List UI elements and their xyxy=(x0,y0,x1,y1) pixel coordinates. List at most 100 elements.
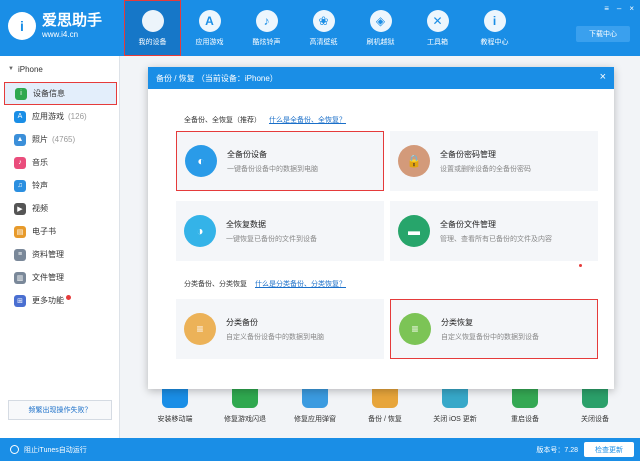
close-icon[interactable]: × xyxy=(600,71,606,83)
window-controls: ≡ – × xyxy=(604,4,634,13)
minimize-icon[interactable]: – xyxy=(617,4,621,13)
photo-icon: ▲ xyxy=(14,133,26,146)
tool-label: 备份 / 恢复 xyxy=(368,416,402,423)
tool-button[interactable]: 修复游戏闪退 xyxy=(214,382,276,432)
tool-button[interactable]: 备份 / 恢复 xyxy=(354,382,416,432)
dialog-header: 备份 / 恢复 （当前设备：iPhone） xyxy=(148,67,614,89)
card-text: 全恢复数据一键恢复已备份的文件到设备 xyxy=(226,219,317,244)
sidebar-item-label: 资料管理 xyxy=(32,250,64,259)
category-backup-icon: ≡ xyxy=(184,313,216,345)
tool-label: 安装移动端 xyxy=(157,416,193,423)
check-update-button[interactable]: 检查更新 xyxy=(584,442,634,457)
tool-button[interactable]: 重启设备 xyxy=(494,382,556,432)
action-card[interactable]: 🔒 全备份密码管理设置或删除设备的全备份密码 xyxy=(390,131,598,191)
itunes-toggle-label[interactable]: 阻止iTunes自动运行 xyxy=(24,445,87,455)
tools-icon: ✕ xyxy=(426,9,449,32)
red-dot xyxy=(579,264,582,267)
sidebar-item-label: 音乐 xyxy=(32,158,48,167)
card-description: 一键备份设备中的数据到电脑 xyxy=(227,165,318,173)
tool-label: 修复游戏闪退 xyxy=(224,416,266,423)
card-title: 分类恢复 xyxy=(441,317,473,327)
nav-item[interactable]: 我的设备 xyxy=(124,0,181,56)
card-title: 全备份文件管理 xyxy=(440,219,496,229)
help-link[interactable]: 什么是全备份、全恢复？ xyxy=(269,115,346,125)
itunes-toggle-icon[interactable] xyxy=(10,445,19,454)
card-description: 设置或删除设备的全备份密码 xyxy=(440,165,531,173)
tool-label: 重启设备 xyxy=(511,416,539,423)
tool-button[interactable]: 关闭 iOS 更新 xyxy=(424,382,486,432)
dialog-title: 备份 / 恢复 （当前设备：iPhone） xyxy=(156,73,278,83)
action-card[interactable]: ◐ 全备份设备 一键备份设备中的数据到电脑 xyxy=(176,131,384,191)
sidebar-item-label: 视频 xyxy=(32,204,48,213)
sidebar-item[interactable]: i 设备信息 xyxy=(4,82,117,105)
top-bar: i 爱思助手 www.i4.cn 我的设备 A 应用游戏 ♪ 酷炫铃声 ❀ 高清壁纸 ◈ 刷机越… xyxy=(0,0,640,56)
nav-item[interactable]: ❀ 高清壁纸 xyxy=(295,0,352,56)
book-icon: ▤ xyxy=(14,225,26,238)
nav-label: 教程中心 xyxy=(480,38,509,46)
document-icon: ≡ xyxy=(14,248,26,261)
restore-icon: ◑ xyxy=(184,215,216,247)
sidebar-item[interactable]: ♪ 音乐 xyxy=(0,151,119,174)
action-card[interactable]: ≡ 分类恢复 自定义恢复备份中的数据到设备 xyxy=(390,299,598,359)
sidebar-item[interactable]: ♫ 铃声 xyxy=(0,174,119,197)
app-store-icon: A xyxy=(14,110,26,123)
nav-label: 应用游戏 xyxy=(195,38,224,46)
app-name: 爱思助手 xyxy=(42,11,103,29)
sidebar-item[interactable]: ▥ 文件管理 xyxy=(0,266,119,289)
card-text: 全备份设备 一键备份设备中的数据到电脑 xyxy=(227,149,318,174)
sidebar-item[interactable]: ▶ 视频 xyxy=(0,197,119,220)
nav-label: 酷炫铃声 xyxy=(252,38,281,46)
grid-icon: ⊞ xyxy=(14,294,26,307)
notification-dot xyxy=(66,295,71,300)
nav-item[interactable]: i 教程中心 xyxy=(466,0,523,56)
section-category-backup: 分类备份、分类恢复 什么是分类备份、分类恢复？ xyxy=(184,279,346,289)
close-icon[interactable]: × xyxy=(629,4,634,13)
sidebar-item[interactable]: ⊞ 更多功能 xyxy=(0,289,119,312)
section-full-backup: 全备份、全恢复（推荐） 什么是全备份、全恢复？ xyxy=(184,115,346,125)
tool-row: 安装移动端 修复游戏闪退 修复应用弹窗 备份 / 恢复 关闭 iOS 更新 重启设备 关闭设… xyxy=(140,382,630,432)
card-title: 全备份密码管理 xyxy=(440,149,496,159)
tool-button[interactable]: 安装移动端 xyxy=(144,382,206,432)
action-card[interactable]: ≡ 分类备份 自定义备份设备中的数据到电脑 xyxy=(176,299,384,359)
device-header[interactable]: ▼ iPhone xyxy=(0,56,119,82)
sidebar-item-label: 照片 xyxy=(32,135,48,144)
wallpaper-icon: ❀ xyxy=(312,9,335,32)
card-title: 全恢复数据 xyxy=(226,219,266,229)
card-text: 全备份密码管理设置或删除设备的全备份密码 xyxy=(440,149,531,174)
nav-label: 我的设备 xyxy=(138,38,167,46)
sidebar-item[interactable]: ▤ 电子书 xyxy=(0,220,119,243)
folder-icon: ▬ xyxy=(398,215,430,247)
sidebar-item[interactable]: ≡ 资料管理 xyxy=(0,243,119,266)
card-text: 全备份文件管理管理、查看所有已备份的文件及内容 xyxy=(440,219,552,244)
nav-item[interactable]: ◈ 刷机越狱 xyxy=(352,0,409,56)
card-title: 分类备份 xyxy=(226,317,258,327)
nav-item[interactable]: A 应用游戏 xyxy=(181,0,238,56)
folder-icon: ▥ xyxy=(14,271,26,284)
help-link[interactable]: 什么是分类备份、分类恢复？ xyxy=(255,279,346,289)
sidebar-item-label: 设备信息 xyxy=(33,89,65,98)
card-description: 一键恢复已备份的文件到设备 xyxy=(226,235,317,243)
sidebar-item[interactable]: ▲ 照片 (4765) xyxy=(0,128,119,151)
lock-icon: 🔒 xyxy=(398,145,430,177)
card-description: 管理、查看所有已备份的文件及内容 xyxy=(440,235,552,243)
tool-button[interactable]: 关闭设备 xyxy=(564,382,626,432)
download-center-button[interactable]: 下载中心 xyxy=(576,26,630,42)
dropbox-icon: ◈ xyxy=(369,9,392,32)
feedback-button[interactable]: 频繁出现操作失败？ xyxy=(8,400,112,420)
tool-button[interactable]: 修复应用弹窗 xyxy=(284,382,346,432)
sidebar-item-label: 更多功能 xyxy=(32,296,64,305)
action-card[interactable]: ▬ 全备份文件管理管理、查看所有已备份的文件及内容 xyxy=(390,201,598,261)
card-text: 分类恢复 自定义恢复备份中的数据到设备 xyxy=(441,317,539,342)
app-logo: i 爱思助手 www.i4.cn xyxy=(8,12,102,40)
info-icon: i xyxy=(483,9,506,32)
nav-item[interactable]: ♪ 酷炫铃声 xyxy=(238,0,295,56)
nav-item[interactable]: ✕ 工具箱 xyxy=(409,0,466,56)
music-icon: ♪ xyxy=(14,156,26,169)
sidebar-item[interactable]: A 应用游戏 (126) xyxy=(0,105,119,128)
action-card[interactable]: ◑ 全恢复数据一键恢复已备份的文件到设备 xyxy=(176,201,384,261)
app-store-icon: A xyxy=(198,9,221,32)
menu-icon[interactable]: ≡ xyxy=(604,4,609,13)
logo-icon: i xyxy=(8,12,36,40)
section-title: 分类备份、分类恢复 xyxy=(184,281,247,288)
sidebar-item-label: 铃声 xyxy=(32,181,48,190)
